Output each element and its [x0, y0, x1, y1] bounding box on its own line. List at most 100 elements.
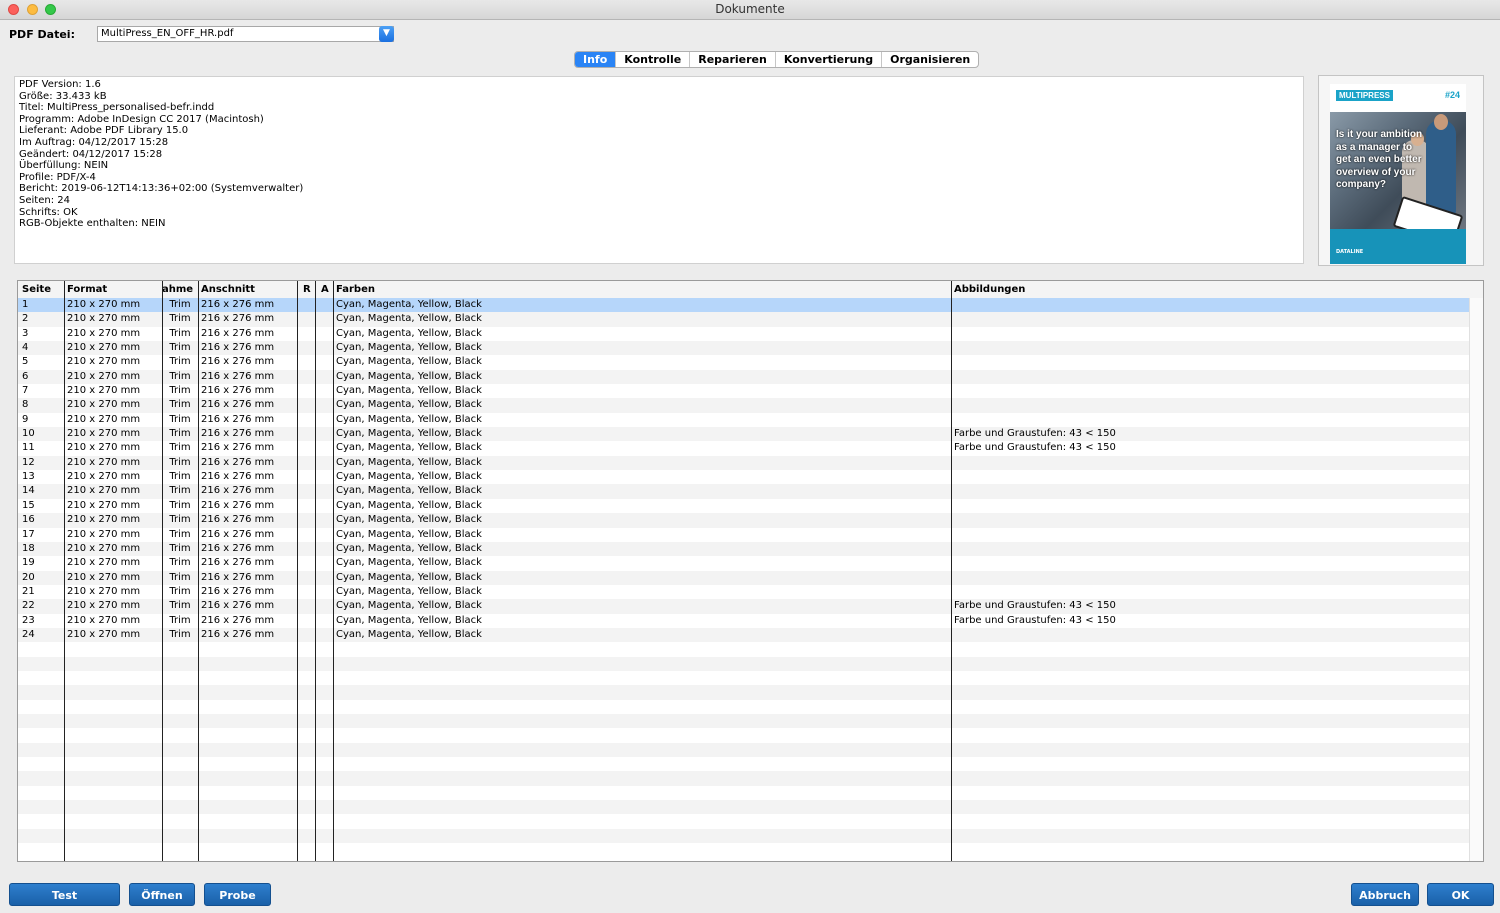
table-row[interactable]: 22 210 x 270 mm Trim 216 x 276 mm Cyan, Mage… [18, 599, 1470, 614]
table-row[interactable]: 15 210 x 270 mm Trim 216 x 276 mm Cyan, Mage… [18, 499, 1470, 513]
table-row[interactable]: 18 210 x 270 mm Trim 216 x 276 mm Cyan, Mage… [18, 541, 1470, 557]
header-anschnitt[interactable]: Anschnitt [198, 281, 297, 298]
table-row[interactable]: 11 210 x 270 mm Trim 216 x 276 mm Cyan, Mage… [18, 441, 1470, 455]
table-row[interactable]: 10 210 x 270 mm Trim 216 x 276 mm Cyan, Mage… [18, 427, 1470, 442]
table-row[interactable]: 13 210 x 270 mm Trim 216 x 276 mm Cyan, Mage… [18, 470, 1470, 484]
cell-seite: 9 [22, 413, 29, 425]
cell-seite: 23 [22, 614, 35, 626]
tab-reparieren[interactable]: Reparieren [690, 52, 776, 67]
cell-rahmen: Trim [169, 399, 191, 411]
cell-farben: Cyan, Magenta, Yellow, Black [336, 313, 482, 325]
cell-format: 210 x 270 mm [67, 399, 141, 411]
tab-kontrolle[interactable]: Kontrolle [616, 52, 691, 67]
cell-a [315, 341, 333, 355]
tab-organisieren[interactable]: Organisieren [882, 52, 978, 67]
cell-abbildungen [951, 355, 1470, 369]
table-row [18, 757, 1470, 771]
table-row[interactable]: 19 210 x 270 mm Trim 216 x 276 mm Cyan, Mage… [18, 556, 1470, 570]
chevron-down-icon[interactable]: ▼ [379, 26, 394, 42]
table-row[interactable]: 4 210 x 270 mm Trim 216 x 276 mm Cyan, Magen… [18, 341, 1470, 356]
table-row[interactable]: 24 210 x 270 mm Trim 216 x 276 mm Cyan, Mage… [18, 627, 1470, 643]
table-row[interactable]: 7 210 x 270 mm Trim 216 x 276 mm Cyan, Magen… [18, 384, 1470, 398]
cell-anschnitt: 216 x 276 mm [201, 385, 275, 397]
header-farben[interactable]: Farben [333, 281, 951, 298]
cell-r [297, 513, 315, 527]
table-row[interactable]: 3 210 x 270 mm Trim 216 x 276 mm Cyan, Magen… [18, 327, 1470, 341]
table-row[interactable]: 9 210 x 270 mm Trim 216 x 276 mm Cyan, Magen… [18, 413, 1470, 427]
cell-r [297, 413, 315, 427]
ok-button[interactable]: OK [1427, 883, 1494, 906]
cell-farben: Cyan, Magenta, Yellow, Black [336, 557, 482, 569]
cell-a [315, 327, 333, 341]
info-line: Seiten: 24 [19, 195, 70, 206]
cell-farben: Cyan, Magenta, Yellow, Black [336, 614, 482, 626]
cell-format: 210 x 270 mm [67, 571, 141, 583]
tab-info[interactable]: Info [575, 52, 617, 67]
cell-abbildungen [951, 628, 1470, 642]
table-row[interactable]: 23 210 x 270 mm Trim 216 x 276 mm Cyan, Mage… [18, 614, 1470, 628]
cell-anschnitt: 216 x 276 mm [201, 471, 275, 483]
table-row[interactable]: 1 210 x 270 mm Trim 216 x 276 mm Cyan, Magen… [18, 298, 1470, 313]
cell-rahmen: Trim [169, 442, 191, 454]
table-row[interactable]: 20 210 x 270 mm Trim 216 x 276 mm Cyan, Mage… [18, 570, 1470, 585]
cell-anschnitt: 216 x 276 mm [201, 428, 275, 440]
cell-farben: Cyan, Magenta, Yellow, Black [336, 442, 482, 454]
cancel-button[interactable]: Abbruch [1351, 883, 1419, 906]
cell-abbildungen [951, 556, 1470, 570]
table-row [18, 728, 1470, 742]
test-button[interactable]: Test [9, 883, 120, 906]
cell-a [315, 542, 333, 556]
table-row[interactable]: 14 210 x 270 mm Trim 216 x 276 mm Cyan, Mage… [18, 484, 1470, 499]
header-rahmen[interactable]: ahme [162, 281, 198, 298]
table-row[interactable]: 17 210 x 270 mm Trim 216 x 276 mm Cyan, Mage… [18, 528, 1470, 542]
cell-farben: Cyan, Magenta, Yellow, Black [336, 342, 482, 354]
pdf-file-select[interactable]: MultiPress_EN_OFF_HR.pdf ▼ [97, 26, 394, 42]
header-r[interactable]: R [300, 281, 315, 298]
cell-r [297, 528, 315, 542]
table-row[interactable]: 16 210 x 270 mm Trim 216 x 276 mm Cyan, Mage… [18, 513, 1470, 528]
cell-rahmen: Trim [169, 456, 191, 468]
cell-farben: Cyan, Magenta, Yellow, Black [336, 428, 482, 440]
cell-seite: 16 [22, 514, 35, 526]
cell-seite: 2 [22, 313, 29, 325]
cell-anschnitt: 216 x 276 mm [201, 356, 275, 368]
table-row[interactable]: 12 210 x 270 mm Trim 216 x 276 mm Cyan, Mage… [18, 455, 1470, 471]
cell-a [315, 427, 333, 441]
table-row[interactable]: 5 210 x 270 mm Trim 216 x 276 mm Cyan, Magen… [18, 355, 1470, 369]
header-abbildungen[interactable]: Abbildungen [951, 281, 1451, 298]
table-row[interactable]: 2 210 x 270 mm Trim 216 x 276 mm Cyan, Magen… [18, 312, 1470, 327]
cell-farben: Cyan, Magenta, Yellow, Black [336, 356, 482, 368]
table-row [18, 642, 1470, 656]
cell-rahmen: Trim [169, 385, 191, 397]
pdf-file-label: PDF Datei: [9, 28, 75, 41]
cell-format: 210 x 270 mm [67, 557, 141, 569]
cell-anschnitt: 216 x 276 mm [201, 614, 275, 626]
page-thumbnail[interactable]: MULTIPRESS #24 Is it your ambition as a … [1318, 75, 1484, 266]
table-row[interactable]: 21 210 x 270 mm Trim 216 x 276 mm Cyan, Mage… [18, 585, 1470, 599]
cell-anschnitt: 216 x 276 mm [201, 571, 275, 583]
cell-anschnitt: 216 x 276 mm [201, 557, 275, 569]
cell-abbildungen: Farbe und Graustufen: 43 < 150 [954, 600, 1116, 612]
tab-konvertierung[interactable]: Konvertierung [776, 52, 883, 67]
cell-farben: Cyan, Magenta, Yellow, Black [336, 471, 482, 483]
table-row[interactable]: 6 210 x 270 mm Trim 216 x 276 mm Cyan, Magen… [18, 369, 1470, 385]
table-row[interactable]: 8 210 x 270 mm Trim 216 x 276 mm Cyan, Magen… [18, 398, 1470, 413]
header-a[interactable]: A [318, 281, 333, 298]
cell-abbildungen: Farbe und Graustufen: 43 < 150 [954, 442, 1116, 454]
cell-r [297, 499, 315, 513]
header-format[interactable]: Format [64, 281, 162, 298]
table-body: 1 210 x 270 mm Trim 216 x 276 mm Cyan, Magen… [18, 298, 1470, 857]
header-seite[interactable]: Seite [19, 281, 64, 298]
cell-rahmen: Trim [169, 327, 191, 339]
cell-a [315, 585, 333, 599]
table-scrollbar[interactable] [1469, 298, 1483, 861]
open-button[interactable]: Öffnen [129, 883, 195, 906]
pages-table: Seite Format ahme Anschnitt R A Farben A… [17, 280, 1484, 862]
probe-button[interactable]: Probe [204, 883, 271, 906]
cell-r [297, 599, 315, 613]
cell-a [315, 398, 333, 412]
cell-format: 210 x 270 mm [67, 514, 141, 526]
cell-rahmen: Trim [169, 628, 191, 640]
cell-a [315, 370, 333, 384]
dataline-logo: DATALINE [1336, 249, 1364, 255]
